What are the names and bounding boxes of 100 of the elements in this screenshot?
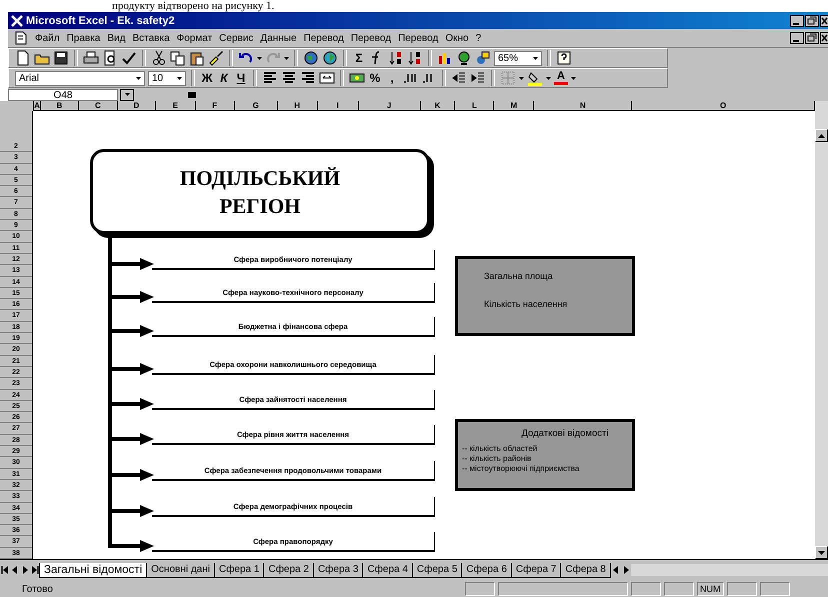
arrow: [110, 325, 154, 337]
column-header[interactable]: B: [40, 101, 79, 111]
column-header[interactable]: M: [494, 101, 534, 111]
percent-button[interactable]: %: [368, 71, 382, 85]
close-icon[interactable]: [820, 32, 828, 44]
column-header[interactable]: F: [196, 101, 235, 111]
clipboard-icon[interactable]: [189, 50, 205, 66]
brush-icon[interactable]: [208, 50, 224, 66]
column-header[interactable]: C: [78, 101, 118, 111]
scroll-up-icon[interactable]: [818, 134, 825, 138]
caret-icon[interactable]: [124, 93, 130, 96]
align-right-icon[interactable]: [300, 70, 316, 86]
menu-item[interactable]: Вид: [107, 32, 126, 44]
sheet-tab[interactable]: Сфера 6: [461, 562, 512, 578]
italic-button[interactable]: К: [217, 71, 231, 85]
window-title: Microsoft Excel - Ek. safety2: [26, 14, 176, 26]
sheet-tab[interactable]: Сфера 3: [312, 562, 364, 578]
underline-button[interactable]: Ч: [234, 71, 248, 85]
next-sheet-icon[interactable]: [20, 564, 30, 576]
column-header[interactable]: O: [632, 101, 815, 111]
vertical-scrollbar[interactable]: [815, 101, 828, 559]
autosum-button[interactable]: Σ: [352, 51, 366, 65]
name-box-dropdown[interactable]: [120, 88, 134, 100]
document-text: продукту відтворено на рисунку 1.: [112, 0, 274, 12]
last-sheet-icon[interactable]: [30, 564, 40, 576]
minimize-icon[interactable]: [790, 14, 804, 26]
menu-item[interactable]: Формат: [176, 32, 212, 44]
caret-icon[interactable]: [519, 76, 524, 80]
minimize-icon[interactable]: [790, 32, 804, 44]
sheet-tab[interactable]: Загальні відомості: [39, 562, 148, 578]
zoom-dropdown[interactable]: 65%: [494, 50, 542, 66]
arrow: [110, 398, 154, 410]
close-icon[interactable]: [820, 14, 828, 26]
menu-item[interactable]: Данные: [260, 32, 297, 44]
status-panel: [760, 582, 790, 596]
menu-item[interactable]: Перевод: [350, 32, 392, 44]
bold-button[interactable]: Ж: [200, 71, 214, 85]
document-icon[interactable]: [14, 31, 28, 45]
sort-descending-icon[interactable]: [407, 50, 423, 66]
caret-icon[interactable]: [533, 56, 538, 60]
sort-ascending-icon[interactable]: [388, 50, 404, 66]
sheet-tab[interactable]: Сфера 2: [263, 562, 314, 578]
copy-icon[interactable]: [170, 50, 186, 66]
menu-item[interactable]: Перевод: [304, 32, 344, 44]
caret-icon[interactable]: [546, 76, 551, 80]
menu-item[interactable]: Перевод: [398, 32, 438, 44]
scissors-icon[interactable]: [151, 50, 167, 66]
caret-icon[interactable]: [284, 56, 289, 60]
align-center-icon[interactable]: [281, 70, 297, 86]
column-header[interactable]: H: [278, 101, 318, 111]
font-color-button[interactable]: A: [554, 71, 568, 85]
column-header[interactable]: A: [34, 101, 41, 111]
sheet-tab[interactable]: Основні дані: [146, 562, 215, 578]
merge-center-icon[interactable]: [319, 70, 335, 86]
caret-icon[interactable]: [136, 76, 141, 80]
fill-bucket-icon[interactable]: [527, 70, 543, 86]
column-header[interactable]: K: [420, 101, 456, 111]
font-size-dropdown[interactable]: 10: [148, 70, 186, 86]
info-text: Загальна площа: [484, 271, 554, 281]
column-header[interactable]: L: [455, 101, 494, 111]
restore-icon[interactable]: [805, 32, 819, 44]
help-icon[interactable]: [556, 50, 572, 66]
menu-item[interactable]: ?: [476, 32, 482, 44]
menu-item[interactable]: Вставка: [132, 32, 170, 44]
align-left-icon[interactable]: [262, 70, 278, 86]
edit-formula-icon[interactable]: [188, 92, 196, 98]
caret-icon[interactable]: [571, 76, 576, 80]
font-dropdown[interactable]: Arial: [15, 70, 145, 86]
sheet-tab[interactable]: Сфера 4: [362, 562, 413, 578]
scroll-down-icon[interactable]: [818, 550, 825, 554]
column-header[interactable]: D: [118, 101, 156, 111]
new-document-icon[interactable]: [15, 50, 31, 66]
sheet-tab[interactable]: Сфера 7: [510, 562, 562, 578]
menu-item[interactable]: Файл: [35, 32, 60, 44]
region-title: ПОДІЛЬСЬКИЙ: [180, 164, 340, 192]
column-header[interactable]: J: [358, 101, 420, 111]
drawing-icon[interactable]: [475, 50, 491, 66]
name-box[interactable]: O48: [8, 88, 118, 100]
comma-button[interactable]: ,: [385, 71, 399, 85]
restore-icon[interactable]: [805, 14, 819, 26]
chart-icon[interactable]: [437, 50, 453, 66]
caret-icon[interactable]: [257, 56, 262, 60]
column-header[interactable]: G: [234, 101, 278, 111]
menu-item[interactable]: Правка: [66, 32, 100, 44]
horizontal-scrollbar[interactable]: [630, 564, 828, 576]
column-header[interactable]: N: [534, 101, 632, 111]
previous-sheet-icon[interactable]: [10, 564, 20, 576]
first-sheet-icon[interactable]: [0, 564, 10, 576]
menu-item[interactable]: Сервис: [219, 32, 254, 44]
status-panel: [726, 582, 756, 596]
sheet-tab[interactable]: Сфера 1: [214, 562, 264, 578]
sheet-tab[interactable]: Сфера 5: [412, 562, 462, 578]
status-panel: [465, 582, 495, 596]
caret-icon[interactable]: [177, 76, 182, 80]
menu-item[interactable]: Окно: [445, 32, 469, 44]
sheet-tab[interactable]: Сфера 8: [560, 562, 611, 578]
column-header[interactable]: I: [318, 101, 359, 111]
globe-icon[interactable]: [303, 50, 319, 66]
column-header[interactable]: E: [156, 101, 196, 111]
printer-icon[interactable]: [83, 50, 99, 66]
